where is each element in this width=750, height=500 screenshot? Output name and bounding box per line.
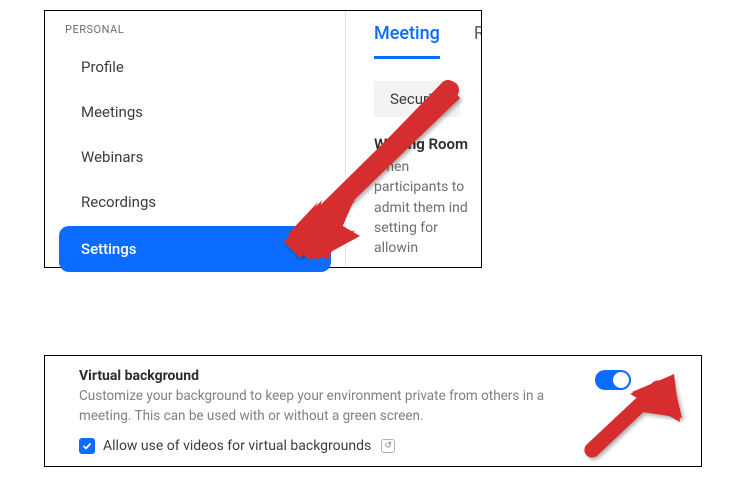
sidebar-item-recordings[interactable]: Recordings [59,181,331,223]
sidebar: PERSONAL Profile Meetings Webinars Recor… [45,11,345,267]
allow-videos-checkbox[interactable] [79,438,95,454]
virtual-background-row: Virtual background Customize your backgr… [79,368,631,426]
virtual-background-title: Virtual background [79,368,595,384]
sidebar-item-meetings[interactable]: Meetings [59,91,331,133]
tab-recording[interactable]: Re [474,23,481,59]
sidebar-item-webinars[interactable]: Webinars [59,136,331,178]
tabs: Meeting Re [374,23,481,59]
virtual-background-toggle[interactable] [595,370,631,390]
allow-videos-row: Allow use of videos for virtual backgrou… [79,438,631,454]
sidebar-item-profile[interactable]: Profile [59,46,331,88]
check-icon [82,441,92,451]
allow-videos-label: Allow use of videos for virtual backgrou… [103,438,371,454]
waiting-room-title: Waiting Room [374,135,481,153]
settings-panel-top: PERSONAL Profile Meetings Webinars Recor… [44,10,482,268]
reset-icon[interactable]: ↺ [381,439,395,453]
virtual-background-panel: Virtual background Customize your backgr… [44,355,702,467]
tab-meeting[interactable]: Meeting [374,23,440,59]
sidebar-section-label: PERSONAL [65,23,331,36]
content-area: Meeting Re Security Waiting Room When pa… [345,11,481,267]
section-link-security[interactable]: Security [374,81,460,117]
virtual-background-desc: Customize your background to keep your e… [79,387,595,426]
virtual-background-text: Virtual background Customize your backgr… [79,368,595,426]
sidebar-item-settings[interactable]: Settings [59,226,331,272]
waiting-room-desc: When participants to admit them ind sett… [374,157,481,258]
